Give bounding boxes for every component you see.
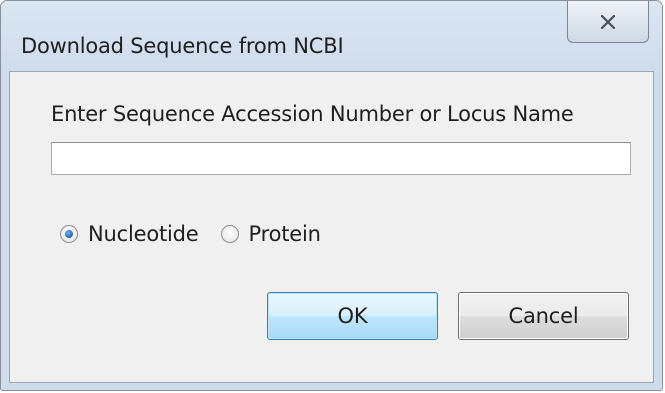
ok-button[interactable]: OK: [267, 292, 438, 340]
download-sequence-dialog: Download Sequence from NCBI Enter Sequen…: [0, 0, 663, 391]
close-icon: [600, 14, 616, 29]
dialog-title: Download Sequence from NCBI: [21, 34, 344, 58]
close-button[interactable]: [567, 1, 649, 43]
dialog-body: Enter Sequence Accession Number or Locus…: [9, 71, 654, 383]
cancel-button[interactable]: Cancel: [458, 292, 629, 340]
radio-selected-dot: [65, 230, 73, 238]
accession-input[interactable]: [51, 142, 631, 175]
nucleotide-radio-label[interactable]: Nucleotide: [88, 222, 199, 246]
protein-radio-label[interactable]: Protein: [249, 222, 321, 246]
nucleotide-radio-option[interactable]: Nucleotide: [60, 222, 199, 246]
accession-prompt-label: Enter Sequence Accession Number or Locus…: [51, 102, 574, 126]
sequence-type-radio-group: Nucleotide Protein: [60, 222, 343, 246]
nucleotide-radio-button[interactable]: [60, 225, 78, 243]
protein-radio-option[interactable]: Protein: [220, 222, 321, 246]
title-bar[interactable]: Download Sequence from NCBI: [1, 1, 662, 71]
protein-radio-button[interactable]: [220, 225, 239, 243]
